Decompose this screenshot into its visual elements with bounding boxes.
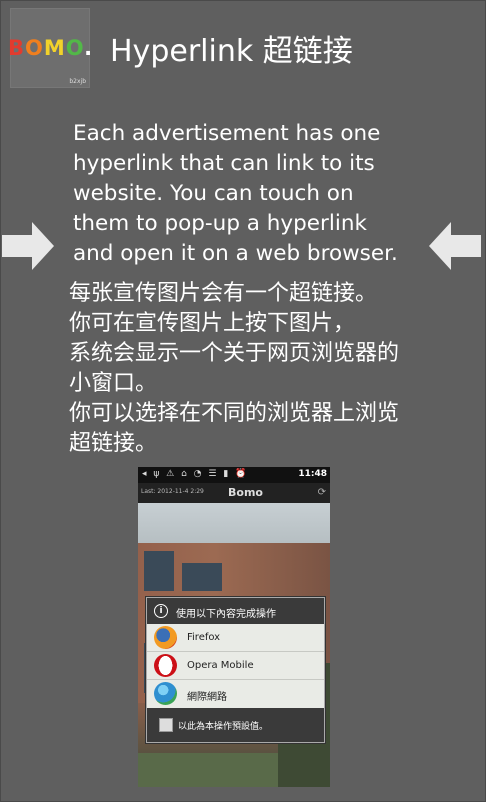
option-label: Opera Mobile [187,660,254,671]
english-line: and open it on a web browser. [73,241,398,266]
refresh-icon[interactable]: ⟳ [318,487,326,498]
chinese-line: 超链接。 [69,431,158,456]
logo-wordmark: BOMO. [8,36,93,60]
logo-letter: B [8,36,26,60]
info-icon: i [154,604,168,618]
dialog-footer: 以此為本操作預設值。 [147,708,324,742]
english-line: website. You can touch on [73,181,354,206]
opera-icon [154,654,177,677]
english-description: Each advertisement has one hyperlink tha… [73,119,413,269]
logo-letter: M [43,36,66,60]
option-opera-mobile[interactable]: Opera Mobile [147,652,324,680]
english-line: hyperlink that can link to its [73,151,375,176]
chinese-line: 系统会显示一个关于网页浏览器的 [69,341,400,366]
firefox-icon [154,626,177,649]
chinese-description: 每张宣传图片会有一个超链接。 你可在宣传图片上按下图片， 系统会显示一个关于网页… [69,279,429,459]
app-bar: Last: 2012-11-4 2:29 Bomo ⟳ [138,483,330,503]
english-line: Each advertisement has one [73,121,381,146]
status-bar: ◂ ψ ⚠ ⌂ ◔ ☰ ▮ ⏰ 11:48 [138,467,330,483]
advertisement-image[interactable]: i 使用以下內容完成操作 Firefox Opera Mobile 網際網路 以… [138,503,330,787]
chinese-line: 你可以选择在不同的浏览器上浏览 [69,401,400,426]
logo-letter: O [25,36,44,60]
status-icons: ◂ ψ ⚠ ⌂ ◔ ☰ ▮ ⏰ [142,469,249,479]
dialog-header: i 使用以下內容完成操作 [147,598,324,624]
phone-screenshot: ◂ ψ ⚠ ⌂ ◔ ☰ ▮ ⏰ 11:48 Last: 2012-11-4 2:… [138,467,330,787]
chinese-line: 每张宣传图片会有一个超链接。 [69,281,378,306]
default-label: 以此為本操作預設值。 [178,722,269,732]
logo-letter: . [84,36,94,60]
last-updated: Last: 2012-11-4 2:29 [141,488,204,495]
arrow-right-icon[interactable] [2,222,54,270]
bomo-logo: BOMO. b2xjb [8,8,93,88]
dialog-title: 使用以下內容完成操作 [176,609,276,620]
status-time: 11:48 [298,469,327,479]
option-firefox[interactable]: Firefox [147,624,324,652]
option-label: Firefox [187,632,221,643]
globe-icon [154,682,177,705]
logo-subtext: b2xjb [69,78,86,85]
option-internet[interactable]: 網際網路 [147,680,324,707]
chinese-line: 你可在宣传图片上按下图片， [69,311,356,336]
chinese-line: 小窗口。 [69,371,158,396]
option-label: 網際網路 [187,692,227,703]
logo-letter: O [65,36,85,60]
arrow-left-icon[interactable] [429,222,481,270]
browser-chooser-dialog: i 使用以下內容完成操作 Firefox Opera Mobile 網際網路 以… [146,597,325,743]
app-name: Bomo [228,486,263,499]
page-title: Hyperlink 超链接 [110,34,353,69]
english-line: them to pop-up a hyperlink [73,211,367,236]
default-checkbox[interactable] [159,718,173,732]
